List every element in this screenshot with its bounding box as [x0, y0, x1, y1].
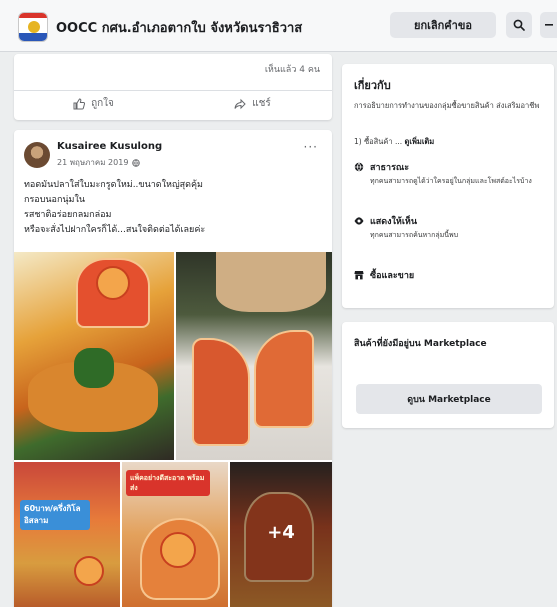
- post-date-text: 21 พฤษภาคม 2019: [57, 158, 129, 167]
- post-photo-more[interactable]: +4: [230, 462, 332, 607]
- globe-icon: [132, 158, 141, 167]
- kaffir-leaf-image: [74, 348, 114, 388]
- bag-logo-image: [96, 266, 130, 300]
- product-bag-image: [192, 338, 250, 446]
- about-item-buy-sell: ซื้อและขาย: [354, 268, 546, 282]
- like-button[interactable]: ถูกใจ: [14, 91, 173, 116]
- about-item-label: แสดงให้เห็น: [370, 217, 418, 227]
- post-text: ทอดมันปลาใส่ใบมะกรูดใหม่..ขนาดใหญ่สุดคุ้…: [24, 178, 324, 238]
- post-line: ทอดมันปลาใส่ใบมะกรูดใหม่..ขนาดใหญ่สุดคุ้…: [24, 180, 203, 190]
- about-description: การอธิบายการทำงานของกลุ่มซื้อขายสินค้า ส…: [354, 101, 540, 110]
- avatar[interactable]: [24, 142, 50, 168]
- post-options-button[interactable]: ···: [304, 140, 318, 154]
- marketplace-card: สินค้าที่ยังมีอยู่บน Marketplace ดูบน Ma…: [342, 322, 554, 428]
- globe-icon: [354, 162, 364, 172]
- author-name[interactable]: Kusairee Kusulong: [57, 141, 162, 152]
- about-item-label: ซื้อและขาย: [370, 271, 415, 281]
- like-label: ถูกใจ: [91, 98, 114, 109]
- post-line: รสชาติอร่อยกลมกล่อม: [24, 210, 112, 220]
- search-icon: [513, 19, 525, 31]
- share-button[interactable]: แชร์: [173, 91, 332, 116]
- post-date[interactable]: 21 พฤษภาคม 2019: [57, 156, 141, 169]
- group-header: OOCC กศน.อำเภอตากใบ จังหวัดนราธิวาส ยกเล…: [0, 0, 557, 52]
- about-item-sub: ทุกคนสามารถดูได้ว่าใครอยู่ในกลุ่มและโพสต…: [370, 177, 532, 185]
- about-item-public: สาธารณะ ทุกคนสามารถดูได้ว่าใครอยู่ในกลุ่…: [354, 160, 546, 186]
- shop-icon: [354, 271, 364, 280]
- about-more-prefix: 1) ซื้อสินค้า ...: [354, 137, 405, 146]
- eye-icon: [354, 217, 364, 225]
- post-line: หรือจะสั่งไปฝากใครก็ได้...สนใจติดต่อได้เ…: [24, 225, 206, 235]
- more-button[interactable]: [540, 12, 557, 38]
- emblem-icon: [28, 21, 40, 33]
- more-photos-count: +4: [267, 522, 295, 543]
- action-row: ถูกใจ แชร์: [14, 90, 332, 116]
- group-avatar[interactable]: [18, 12, 48, 42]
- promo-tag: แพ็คอย่างดีสะอาด พร้อมส่ง: [126, 470, 210, 496]
- thumbs-up-icon: [73, 97, 86, 109]
- about-item-sub: ทุกคนสามารถค้นหากลุ่มนี้พบ: [370, 231, 459, 239]
- post-photo-price[interactable]: 60บาท/ครึ่งกิโล อิสลาม: [14, 462, 120, 607]
- about-item-visible: แสดงให้เห็น ทุกคนสามารถค้นหากลุ่มนี้พบ: [354, 214, 546, 240]
- post-summary-card: เห็นแล้ว 4 คน ถูกใจ แชร์: [14, 54, 332, 120]
- about-more: 1) ซื้อสินค้า ... ดูเพิ่มเติม: [354, 136, 434, 148]
- about-title: เกี่ยวกับ: [354, 79, 391, 92]
- more-icon: [544, 24, 553, 26]
- cancel-request-button[interactable]: ยกเลิกคำขอ: [390, 12, 496, 38]
- hand-image: [216, 252, 326, 312]
- price-tag: 60บาท/ครึ่งกิโล อิสลาม: [20, 500, 90, 530]
- share-icon: [234, 98, 246, 109]
- post-card: Kusairee Kusulong 21 พฤษภาคม 2019 ··· ทอ…: [14, 130, 332, 607]
- search-button[interactable]: [506, 12, 532, 38]
- share-label: แชร์: [252, 98, 271, 109]
- bag-logo-image: [74, 556, 104, 586]
- about-card: เกี่ยวกับ การอธิบายการทำงานของกลุ่มซื้อข…: [342, 64, 554, 308]
- seen-by-count[interactable]: เห็นแล้ว 4 คน: [265, 62, 320, 76]
- bag-logo-image: [160, 532, 196, 568]
- about-item-label: สาธารณะ: [370, 163, 410, 173]
- post-photo-promo[interactable]: แพ็คอย่างดีสะอาด พร้อมส่ง: [122, 462, 228, 607]
- group-title[interactable]: OOCC กศน.อำเภอตากใบ จังหวัดนราธิวาส: [56, 17, 302, 38]
- post-photo-fried-fish-cakes[interactable]: [14, 252, 174, 460]
- post-photo-packaged-bags[interactable]: [176, 252, 332, 460]
- post-line: กรอบนอกนุ่มใน: [24, 195, 86, 205]
- product-bag-image: [254, 330, 314, 428]
- see-more-link[interactable]: ดูเพิ่มเติม: [405, 137, 435, 146]
- marketplace-title: สินค้าที่ยังมีอยู่บน Marketplace: [354, 339, 487, 349]
- view-marketplace-button[interactable]: ดูบน Marketplace: [356, 384, 542, 414]
